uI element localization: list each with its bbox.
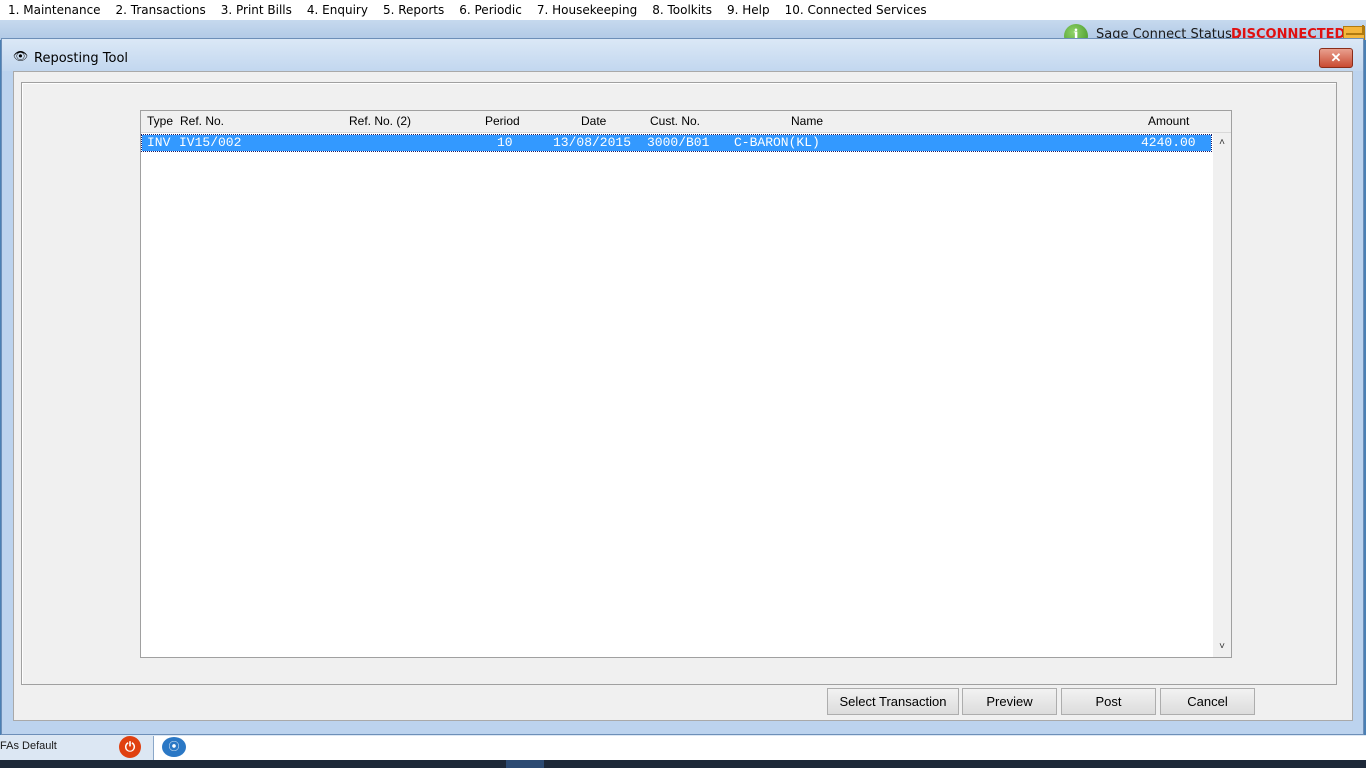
- cell-name: C-BARON(KL): [734, 135, 820, 150]
- cancel-button[interactable]: Cancel: [1160, 688, 1255, 715]
- menu-print-bills[interactable]: 3. Print Bills: [213, 1, 299, 20]
- cell-date: 13/08/2015: [553, 135, 632, 150]
- list-header: Type Ref. No. Ref. No. (2) Period Date C…: [141, 111, 1231, 133]
- scroll-down-icon[interactable]: ˅: [1213, 639, 1231, 655]
- dialog-title: Reposting Tool: [34, 51, 129, 66]
- table-row[interactable]: INV IV15/002 10 13/08/2015 3000/B01 C-BA…: [141, 134, 1212, 152]
- rss-icon[interactable]: ⦿: [162, 737, 186, 757]
- menu-periodic[interactable]: 6. Periodic: [451, 1, 529, 20]
- column-header-period[interactable]: Period: [485, 114, 520, 128]
- menu-enquiry[interactable]: 4. Enquiry: [299, 1, 375, 20]
- select-transaction-button[interactable]: Select Transaction: [827, 688, 959, 715]
- menu-connected-services[interactable]: 10. Connected Services: [777, 1, 934, 20]
- company-label: FAs Default: [0, 740, 57, 752]
- scroll-up-icon[interactable]: ˄: [1213, 135, 1231, 151]
- cell-ref-no: IV15/002: [179, 135, 242, 150]
- cell-amount: 4240.00: [1141, 135, 1196, 150]
- reposting-tool-dialog: 👁 Reposting Tool ✕ Type Ref. No. Ref. No…: [1, 38, 1364, 735]
- power-icon[interactable]: ⏻: [119, 736, 141, 758]
- menu-reports[interactable]: 5. Reports: [375, 1, 451, 20]
- column-header-ref-no[interactable]: Ref. No.: [180, 114, 224, 128]
- cell-period: 10: [497, 135, 513, 150]
- menu-housekeeping[interactable]: 7. Housekeeping: [529, 1, 644, 20]
- menu-transactions[interactable]: 2. Transactions: [108, 1, 213, 20]
- column-header-amount[interactable]: Amount: [1148, 114, 1189, 128]
- transaction-panel: Type Ref. No. Ref. No. (2) Period Date C…: [21, 82, 1337, 685]
- dialog-client-area: Type Ref. No. Ref. No. (2) Period Date C…: [13, 71, 1353, 721]
- close-button[interactable]: ✕: [1319, 48, 1353, 68]
- cell-cust-no: 3000/B01: [647, 135, 710, 150]
- post-button[interactable]: Post: [1061, 688, 1156, 715]
- vertical-scrollbar[interactable]: ˄ ˅: [1213, 133, 1231, 657]
- dialog-titlebar[interactable]: 👁 Reposting Tool ✕: [2, 39, 1363, 71]
- document-icon: 👁: [13, 49, 29, 63]
- menu-toolkits[interactable]: 8. Toolkits: [644, 1, 719, 20]
- taskbar-active-item[interactable]: [506, 760, 544, 768]
- windows-taskbar: [0, 760, 1366, 768]
- preview-button[interactable]: Preview: [962, 688, 1057, 715]
- main-menubar: 1. Maintenance 2. Transactions 3. Print …: [0, 0, 1366, 20]
- menu-maintenance[interactable]: 1. Maintenance: [0, 1, 108, 20]
- column-header-cust-no[interactable]: Cust. No.: [650, 114, 700, 128]
- menu-help[interactable]: 9. Help: [719, 1, 777, 20]
- news-feed-area: [153, 736, 1366, 760]
- column-header-name[interactable]: Name: [791, 114, 823, 128]
- column-header-date[interactable]: Date: [581, 114, 606, 128]
- column-header-type[interactable]: Type: [147, 114, 173, 128]
- transaction-list[interactable]: Type Ref. No. Ref. No. (2) Period Date C…: [140, 110, 1232, 658]
- column-header-ref-no-2[interactable]: Ref. No. (2): [349, 114, 411, 128]
- cell-type: INV: [147, 135, 171, 150]
